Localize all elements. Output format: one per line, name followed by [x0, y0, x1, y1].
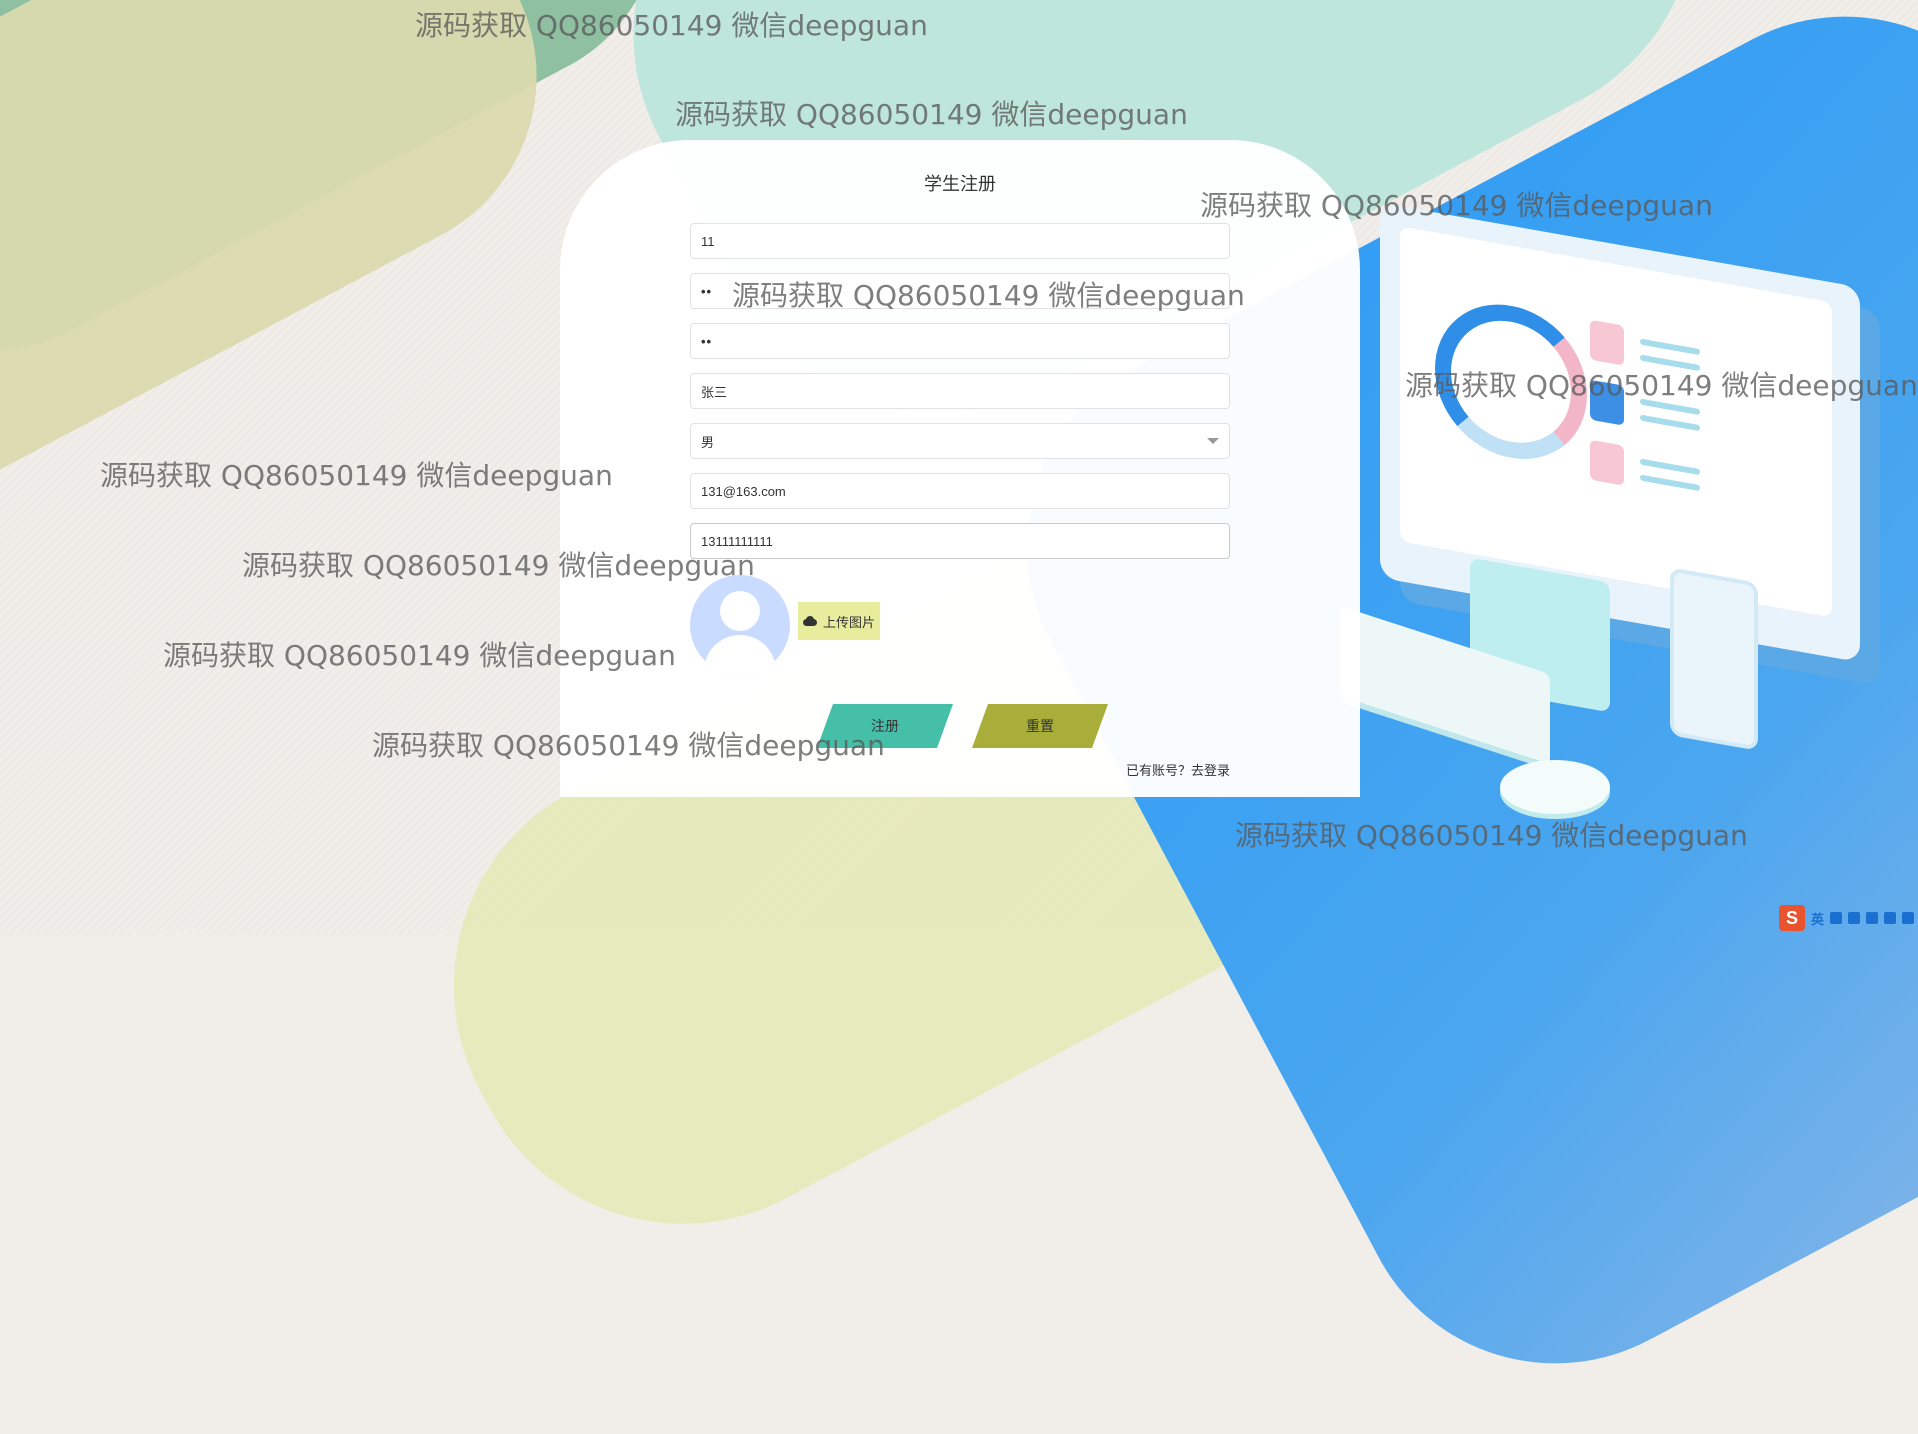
account-input-value: 11 [701, 233, 715, 249]
login-prompt: 已有账号？去登录 [1126, 760, 1230, 779]
watermark: 源码获取 QQ86050149 微信deepguan [1405, 369, 1918, 402]
sogou-logo[interactable]: S [1778, 905, 1805, 931]
watermark: 源码获取 QQ86050149 微信deepguan [1200, 189, 1713, 222]
login-link[interactable]: 去登录 [1191, 763, 1230, 778]
account-input[interactable]: 11 [690, 223, 1230, 259]
mic-icon[interactable] [1848, 912, 1860, 924]
punctuation-icon[interactable] [1830, 912, 1842, 924]
login-prompt-text: 已有账号？ [1125, 763, 1191, 778]
reset-button-label: 重置 [1026, 718, 1054, 734]
watermark: 源码获取 QQ86050149 微信deepguan [675, 98, 1188, 131]
watermark: 源码获取 QQ86050149 微信deepguan [242, 549, 755, 582]
upload-image-label: 上传图片 [822, 614, 875, 630]
text-line-illustration [1640, 474, 1700, 492]
watermark: 源码获取 QQ86050149 微信deepguan [415, 9, 928, 42]
image-card-icon [1590, 439, 1624, 486]
name-input-value: 张三 [701, 384, 728, 400]
name-input[interactable]: 张三 [690, 373, 1230, 409]
text-line-illustration [1640, 414, 1700, 432]
image-card-icon [1590, 319, 1624, 366]
phone-input[interactable]: 13111111111 [690, 523, 1230, 559]
skin-icon[interactable] [1884, 912, 1896, 924]
upload-image-button[interactable]: 上传图片 [798, 602, 880, 640]
ime-language-toggle[interactable]: 英 [1811, 909, 1824, 928]
watermark: 源码获取 QQ86050149 微信deepguan [1235, 819, 1748, 852]
phone-illustration [1670, 567, 1758, 751]
chevron-down-icon [1207, 438, 1219, 444]
keyboard-icon[interactable] [1866, 912, 1878, 924]
watermark: 源码获取 QQ86050149 微信deepguan [100, 459, 613, 492]
watermark: 源码获取 QQ86050149 微信deepguan [372, 729, 885, 762]
email-input[interactable]: 131@163.com [690, 473, 1230, 509]
avatar-head [720, 591, 760, 631]
gender-select[interactable]: 男 [690, 423, 1230, 459]
watermark: 源码获取 QQ86050149 微信deepguan [163, 639, 676, 672]
mouse-illustration [1500, 760, 1610, 814]
text-line-illustration [1640, 338, 1700, 356]
register-card: 学生注册 11 •• •• 张三 男 131@163.com 131111111… [560, 140, 1360, 797]
email-input-value: 131@163.com [701, 483, 786, 499]
monitor-screen [1400, 226, 1832, 618]
avatar-body [704, 635, 776, 675]
password-input-value: •• [701, 283, 713, 299]
ime-toolbar[interactable]: S 英 [1775, 902, 1918, 934]
toolbox-icon[interactable] [1902, 912, 1914, 924]
cloud-upload-icon [802, 616, 817, 626]
reset-button[interactable]: 重置 [971, 704, 1109, 748]
confirm-password-input[interactable]: •• [690, 323, 1230, 359]
watermark: 源码获取 QQ86050149 微信deepguan [732, 279, 1245, 312]
avatar [690, 575, 790, 675]
gender-select-value: 男 [701, 434, 715, 450]
text-line-illustration [1640, 458, 1700, 476]
confirm-password-input-value: •• [701, 333, 713, 349]
